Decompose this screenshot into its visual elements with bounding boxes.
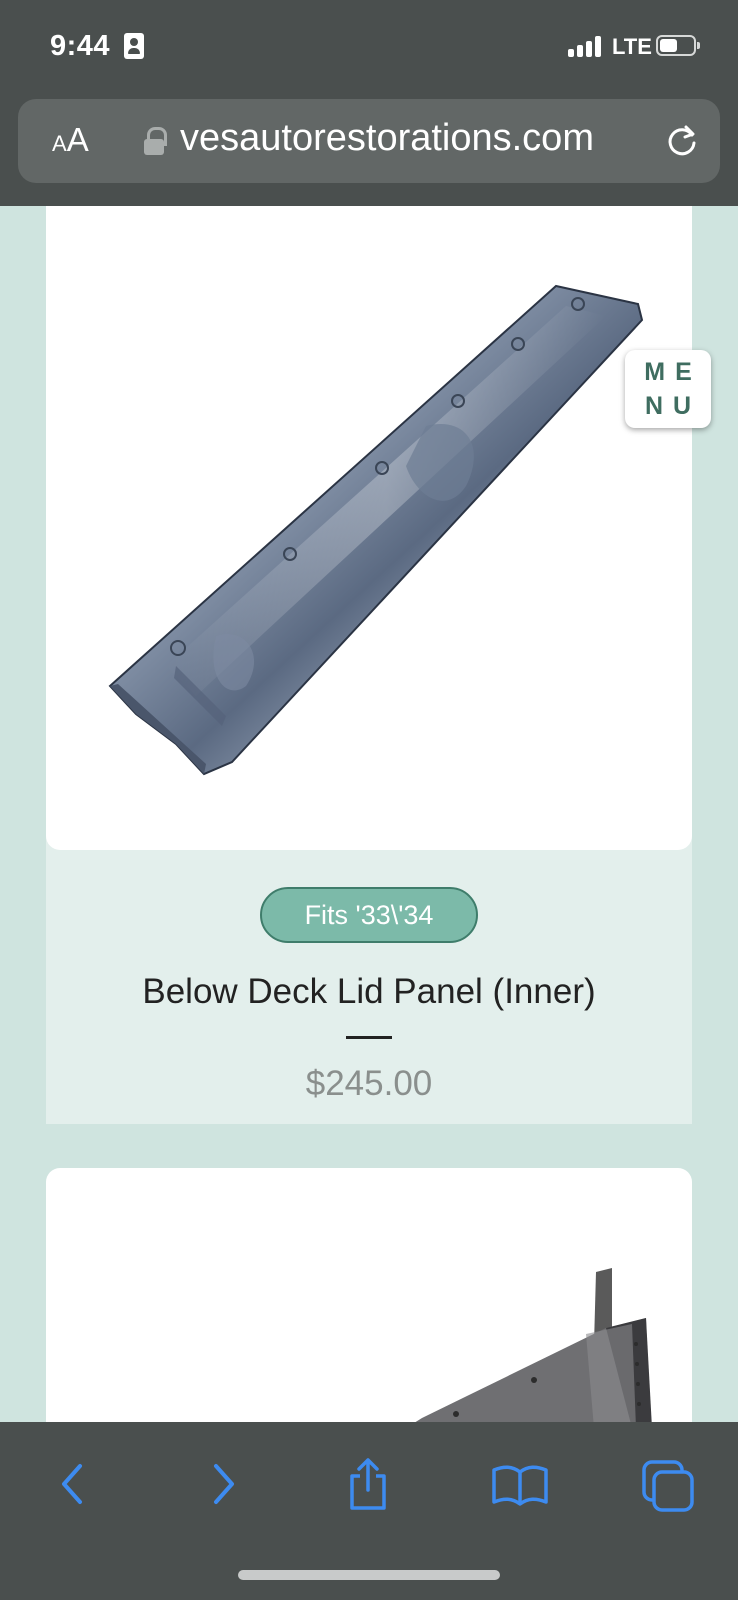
- menu-label-line2: NU: [644, 392, 702, 420]
- product-title[interactable]: Below Deck Lid Panel (Inner): [46, 972, 692, 1012]
- title-divider: [346, 1036, 392, 1039]
- menu-label-line1: ME: [644, 358, 702, 386]
- forward-icon[interactable]: [192, 1454, 252, 1514]
- share-icon[interactable]: [338, 1454, 398, 1514]
- product-card[interactable]: Fits '33\'34 Below Deck Lid Panel (Inner…: [46, 206, 692, 1124]
- page-content: Fits '33\'34 Below Deck Lid Panel (Inner…: [0, 206, 738, 1422]
- back-icon[interactable]: [44, 1454, 104, 1514]
- status-bar: 9:44 LTE: [0, 0, 738, 90]
- reader-view-button[interactable]: AA: [52, 121, 89, 159]
- cellular-signal-icon: [568, 35, 608, 57]
- battery-icon: [656, 35, 700, 56]
- next-product-photo: [415, 1268, 652, 1422]
- browser-header: AA vesautorestorations.com: [0, 90, 738, 206]
- tabs-icon[interactable]: [638, 1454, 698, 1514]
- menu-button[interactable]: ME NU: [625, 350, 711, 428]
- status-time: 9:44: [50, 30, 111, 62]
- home-indicator[interactable]: [238, 1570, 500, 1580]
- bookmarks-icon[interactable]: [490, 1454, 550, 1514]
- reload-icon[interactable]: [662, 121, 702, 161]
- deck-lid-panel-photo: [108, 284, 644, 776]
- product-price: $245.00: [305, 1064, 433, 1103]
- fits-badge[interactable]: Fits '33\'34: [260, 887, 478, 943]
- network-type: LTE: [612, 34, 652, 59]
- lock-icon: [144, 127, 167, 155]
- browser-toolbar: [0, 1422, 738, 1600]
- product-card-next[interactable]: [46, 1168, 692, 1422]
- url-text[interactable]: vesautorestorations.com: [180, 117, 650, 163]
- product-image[interactable]: [46, 206, 692, 850]
- address-bar[interactable]: AA vesautorestorations.com: [18, 99, 720, 183]
- contact-card-icon: [124, 33, 144, 59]
